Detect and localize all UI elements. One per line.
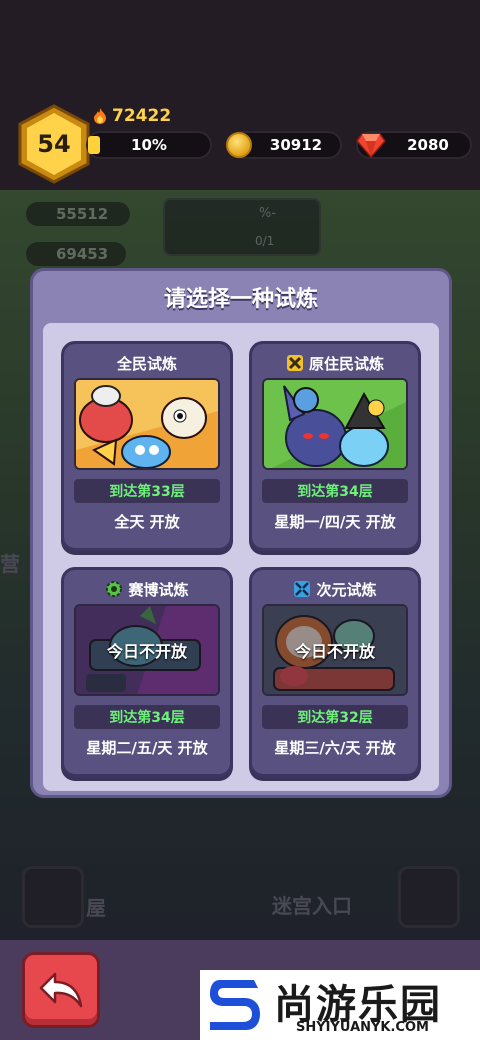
coin-value: 30912 [269, 136, 323, 154]
coin-icon [226, 132, 252, 158]
trial-image [74, 378, 220, 470]
trial-requirement: 到达第34层 [74, 705, 220, 729]
monster-art-icon [264, 380, 406, 468]
trial-card-all[interactable]: 全民试炼 到达第33层 全天 开放 [61, 341, 233, 551]
modal-content: 全民试炼 到达第33层 全天 开放 原住民试炼 到达第34层 星期一/四/天 开… [43, 323, 439, 791]
gem-icon [356, 133, 386, 158]
trial-requirement: 到达第34层 [262, 479, 408, 503]
trial-card-title: 赛博试炼 [64, 576, 230, 602]
trial-card-title: 全民试炼 [64, 350, 230, 376]
exp-percent: 10% [131, 136, 167, 154]
trial-image: 今日不开放 [74, 604, 220, 696]
trial-name: 全民试炼 [116, 354, 177, 373]
coin-counter[interactable]: 30912 [226, 131, 342, 159]
trial-card-native[interactable]: 原住民试炼 到达第34层 星期一/四/天 开放 [249, 341, 421, 551]
flame-icon [94, 108, 106, 124]
power-display: 72422 [92, 106, 171, 126]
gear-icon [106, 581, 123, 597]
modal-title: 请选择一种试炼 [163, 287, 318, 312]
brand-logo-icon [210, 980, 260, 1030]
gem-counter[interactable]: 2080 [356, 131, 472, 159]
trial-name: 赛博试炼 [128, 580, 189, 599]
exp-bar: 10% [86, 131, 212, 159]
trial-requirement: 到达第33层 [74, 479, 220, 503]
trial-schedule: 全天 开放 [114, 512, 180, 531]
trial-select-modal: 请选择一种试炼 全民试炼 到达第33层 全天 开放 原住民试炼 到达第34层 星… [30, 268, 452, 798]
watermark-banner: 尚游乐园 SHYIYUANYK.COM [200, 970, 480, 1040]
trial-name: 原住民试炼 [308, 354, 384, 373]
trial-schedule: 星期二/五/天 开放 [86, 738, 208, 757]
brand-url: SHYIYUANYK.COM [296, 1020, 429, 1035]
trial-card-dimension[interactable]: 次元试炼 今日不开放 到达第32层 星期三/六/天 开放 [249, 567, 421, 777]
trial-image [262, 378, 408, 470]
crossed-bones-icon [286, 355, 303, 371]
power-value: 72422 [112, 106, 172, 126]
back-arrow-icon [39, 972, 83, 1008]
player-level[interactable]: 54 [18, 104, 90, 184]
gem-value: 2080 [407, 136, 449, 154]
trial-name: 次元试炼 [316, 580, 377, 599]
portal-icon [294, 581, 311, 597]
trial-requirement: 到达第32层 [262, 705, 408, 729]
trial-image: 今日不开放 [262, 604, 408, 696]
trial-schedule: 星期一/四/天 开放 [274, 512, 396, 531]
trial-closed-today: 今日不开放 [264, 606, 406, 694]
trial-card-title: 次元试炼 [252, 576, 418, 602]
trial-closed-today: 今日不开放 [76, 606, 218, 694]
back-button[interactable] [22, 952, 100, 1028]
monster-art-icon [76, 380, 218, 468]
trial-schedule: 星期三/六/天 开放 [274, 738, 396, 757]
trial-card-title: 原住民试炼 [252, 350, 418, 376]
trial-card-cyber[interactable]: 赛博试炼 今日不开放 到达第34层 星期二/五/天 开放 [61, 567, 233, 777]
